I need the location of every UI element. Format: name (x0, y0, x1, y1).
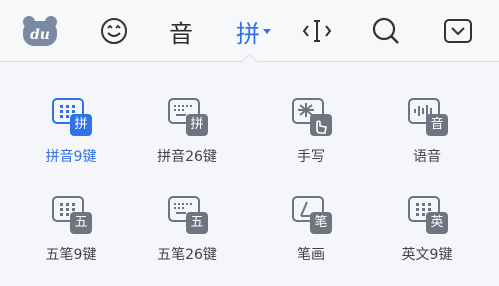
keyboard-option-pinyin9[interactable]: 拼 拼音9键 (16, 98, 126, 188)
handwriting-icon (292, 98, 332, 136)
keyboard-grid: 拼 拼音9键 拼 拼音26键 手写 音 语音 五 五笔9键 五 五笔26键 笔 … (0, 62, 499, 275)
pinyin-tab-label: 拼 (236, 19, 260, 48)
keyboard-26-icon: 拼 (168, 98, 208, 136)
keyboard-label: 拼音9键 (45, 149, 97, 165)
keyboard-option-stroke[interactable]: 笔 笔画 (256, 196, 366, 286)
cursor-icon[interactable] (293, 8, 341, 54)
keypad-9-icon: 拼 (52, 98, 92, 136)
keyboard-option-wubi9[interactable]: 五 五笔9键 (16, 196, 126, 286)
hide-keyboard-icon[interactable] (434, 8, 482, 54)
voice-wave-icon: 音 (408, 98, 448, 136)
search-icon[interactable] (362, 8, 410, 54)
badge: 五 (186, 212, 208, 234)
keyboard-label: 拼音26键 (157, 149, 217, 165)
badge: 拼 (70, 114, 92, 136)
keyboard-option-pinyin26[interactable]: 拼 拼音26键 (132, 98, 242, 188)
badge: 英 (426, 212, 448, 234)
keypad-9-icon: 英 (408, 196, 448, 234)
stroke-icon: 笔 (292, 196, 332, 234)
triangle-down-icon (263, 29, 271, 34)
keyboard-option-english9[interactable]: 英 英文9键 (372, 196, 482, 286)
keyboard-option-handwriting[interactable]: 手写 (256, 98, 366, 188)
badge: 拼 (186, 114, 208, 136)
badge: 五 (70, 212, 92, 234)
keyboard-label: 笔画 (297, 247, 325, 263)
keyboard-label: 手写 (297, 149, 325, 165)
voice-tab[interactable]: 音 (157, 8, 205, 54)
pinyin-tab[interactable]: 拼 (226, 8, 282, 54)
emoji-icon[interactable] (90, 8, 138, 54)
du-logo-text: du (30, 27, 50, 43)
keyboard-option-voice[interactable]: 音 语音 (372, 98, 482, 188)
keyboard-label: 五笔9键 (45, 247, 97, 263)
keyboard-26-icon: 五 (168, 196, 208, 234)
keyboard-label: 英文9键 (401, 247, 453, 263)
keyboard-option-wubi26[interactable]: 五 五笔26键 (132, 196, 242, 286)
badge: 音 (426, 114, 448, 136)
keyboard-label: 五笔26键 (157, 247, 217, 263)
keypad-9-icon: 五 (52, 196, 92, 234)
keyboard-label: 语音 (413, 149, 441, 165)
badge: 笔 (310, 212, 332, 234)
du-logo-icon[interactable]: du (16, 8, 64, 54)
voice-tab-label: 音 (169, 19, 193, 48)
